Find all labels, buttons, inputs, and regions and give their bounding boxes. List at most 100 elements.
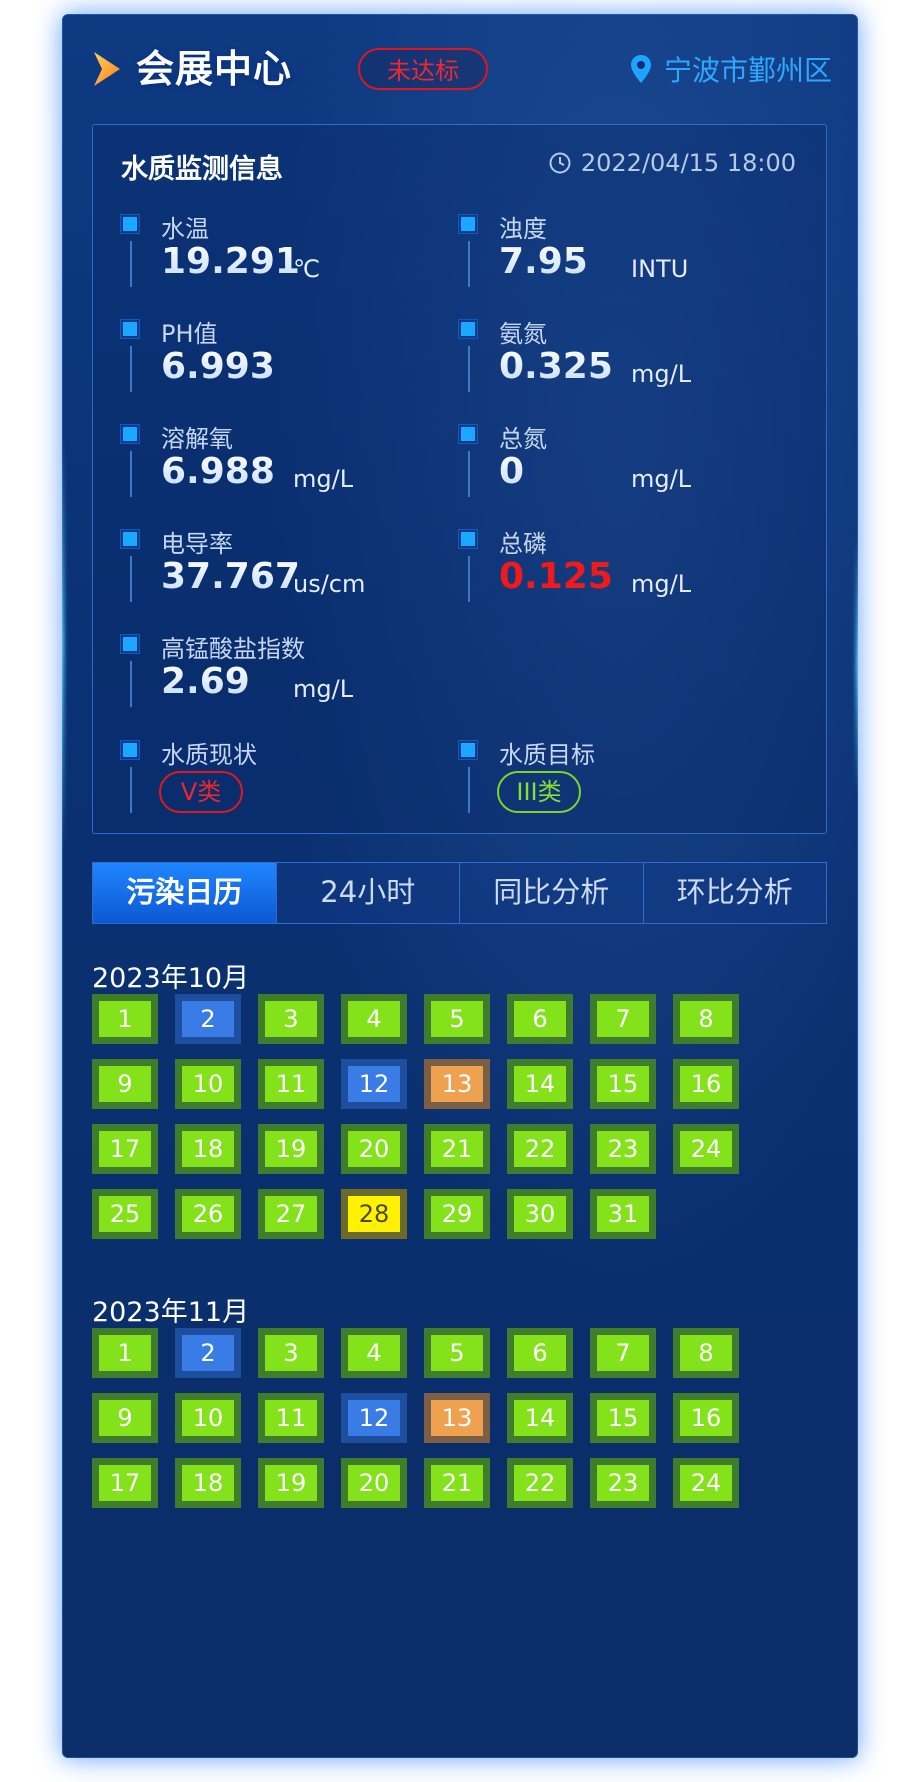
calendar-day[interactable]: 30 — [507, 1189, 573, 1239]
calendar-day[interactable]: 9 — [92, 1059, 158, 1109]
calendar-day[interactable]: 6 — [507, 994, 573, 1044]
calendar-day[interactable]: 13 — [424, 1059, 490, 1109]
calendar-day[interactable]: 26 — [175, 1189, 241, 1239]
calendar-day[interactable]: 29 — [424, 1189, 490, 1239]
calendar-day[interactable]: 27 — [258, 1189, 324, 1239]
calendar-day[interactable]: 22 — [507, 1124, 573, 1174]
metric-label: 氨氮 — [499, 320, 547, 348]
calendar-day[interactable]: 17 — [92, 1124, 158, 1174]
metric-unit: mg/L — [631, 360, 692, 388]
calendar-day[interactable]: 6 — [507, 1328, 573, 1378]
divider — [130, 241, 132, 287]
calendar-day[interactable]: 10 — [175, 1393, 241, 1443]
tab-24-hours[interactable]: 24小时 — [276, 863, 460, 923]
calendar-day[interactable]: 5 — [424, 994, 490, 1044]
calendar-day[interactable]: 20 — [341, 1124, 407, 1174]
calendar-day[interactable]: 18 — [175, 1458, 241, 1508]
quality-label: 水质目标 — [499, 741, 595, 769]
divider — [130, 346, 132, 392]
divider — [468, 556, 470, 602]
calendar-day[interactable]: 14 — [507, 1059, 573, 1109]
calendar-day[interactable]: 4 — [341, 994, 407, 1044]
metric-label: 溶解氧 — [161, 425, 233, 453]
target-grade-badge: III类 — [497, 771, 581, 813]
metric-value: 6.993 — [161, 346, 275, 387]
calendar-day[interactable]: 24 — [673, 1458, 739, 1508]
metric-unit: mg/L — [631, 570, 692, 598]
metric-unit: mg/L — [631, 465, 692, 493]
metric-label: 总氮 — [499, 425, 547, 453]
metric-water-temperature: 水温 19.291 ℃ — [121, 215, 441, 305]
calendar-day[interactable]: 28 — [341, 1189, 407, 1239]
current-grade-badge: V类 — [159, 771, 243, 813]
calendar-day[interactable]: 11 — [258, 1393, 324, 1443]
location[interactable]: 宁波市鄞州区 — [630, 48, 832, 90]
month-title: 2023年10月 — [92, 963, 250, 994]
calendar-day[interactable]: 9 — [92, 1393, 158, 1443]
metric-turbidity: 浊度 7.95 INTU — [459, 215, 779, 305]
calendar-day[interactable]: 31 — [590, 1189, 656, 1239]
monitor-card: 水质监测信息 2022/04/15 18:00 水温 19.291 ℃ 浊度 7… — [92, 124, 827, 834]
metric-value: 6.988 — [161, 451, 275, 492]
calendar-day[interactable]: 1 — [92, 994, 158, 1044]
calendar-day[interactable]: 18 — [175, 1124, 241, 1174]
calendar-day[interactable]: 20 — [341, 1458, 407, 1508]
metric-total-phosphorus: 总磷 0.125 mg/L — [459, 530, 779, 620]
calendar-day[interactable]: 8 — [673, 994, 739, 1044]
calendar-day[interactable]: 8 — [673, 1328, 739, 1378]
calendar-day[interactable]: 14 — [507, 1393, 573, 1443]
tab-pollution-calendar[interactable]: 污染日历 — [93, 863, 277, 923]
calendar-day[interactable]: 5 — [424, 1328, 490, 1378]
metric-label: 总磷 — [499, 530, 547, 558]
calendar-day[interactable]: 10 — [175, 1059, 241, 1109]
calendar-day[interactable]: 24 — [673, 1124, 739, 1174]
calendar-day[interactable]: 2 — [175, 994, 241, 1044]
metric-value: 0 — [499, 451, 525, 492]
calendar-day[interactable]: 11 — [258, 1059, 324, 1109]
calendar-day[interactable]: 13 — [424, 1393, 490, 1443]
calendar-day[interactable]: 7 — [590, 994, 656, 1044]
calendar-day[interactable]: 21 — [424, 1124, 490, 1174]
header: 会展中心 未达标 宁波市鄞州区 — [92, 44, 832, 94]
target-quality: 水质目标 III类 — [459, 741, 779, 831]
calendar-day[interactable]: 12 — [341, 1059, 407, 1109]
metric-dissolved-oxygen: 溶解氧 6.988 mg/L — [121, 425, 441, 515]
calendar-day[interactable]: 19 — [258, 1124, 324, 1174]
tab-year-over-year[interactable]: 同比分析 — [460, 863, 644, 923]
calendar-day[interactable]: 16 — [673, 1059, 739, 1109]
calendar-day[interactable]: 23 — [590, 1458, 656, 1508]
metric-label: 水温 — [161, 215, 209, 243]
calendar-day[interactable]: 19 — [258, 1458, 324, 1508]
calendar-day[interactable]: 15 — [590, 1059, 656, 1109]
metric-label: 电导率 — [161, 530, 233, 558]
calendar-day[interactable]: 16 — [673, 1393, 739, 1443]
calendar-day[interactable]: 4 — [341, 1328, 407, 1378]
divider — [468, 346, 470, 392]
month-title: 2023年11月 — [92, 1297, 250, 1328]
calendar-day[interactable]: 21 — [424, 1458, 490, 1508]
calendar-day[interactable]: 15 — [590, 1393, 656, 1443]
metric-value: 7.95 — [499, 241, 588, 282]
metric-value: 0.325 — [499, 346, 613, 387]
metric-unit: ℃ — [293, 255, 320, 283]
calendar-day[interactable]: 3 — [258, 1328, 324, 1378]
square-bullet-icon — [121, 741, 139, 759]
tab-month-over-month[interactable]: 环比分析 — [643, 863, 826, 923]
calendar-day[interactable]: 17 — [92, 1458, 158, 1508]
calendar-day[interactable]: 22 — [507, 1458, 573, 1508]
metric-value: 19.291 — [161, 241, 300, 282]
metric-conductivity: 电导率 37.767 us/cm — [121, 530, 441, 620]
datetime-text: 2022/04/15 18:00 — [580, 149, 796, 177]
metric-ammonia-nitrogen: 氨氮 0.325 mg/L — [459, 320, 779, 410]
quality-label: 水质现状 — [161, 741, 257, 769]
calendar-day[interactable]: 3 — [258, 994, 324, 1044]
metric-value: 37.767 — [161, 556, 300, 597]
calendar-day[interactable]: 23 — [590, 1124, 656, 1174]
square-bullet-icon — [121, 320, 139, 338]
calendar-day[interactable]: 12 — [341, 1393, 407, 1443]
calendar-day[interactable]: 1 — [92, 1328, 158, 1378]
calendar-day[interactable]: 25 — [92, 1189, 158, 1239]
calendar-day[interactable]: 2 — [175, 1328, 241, 1378]
calendar-day[interactable]: 7 — [590, 1328, 656, 1378]
metric-ph: PH值 6.993 — [121, 320, 441, 410]
